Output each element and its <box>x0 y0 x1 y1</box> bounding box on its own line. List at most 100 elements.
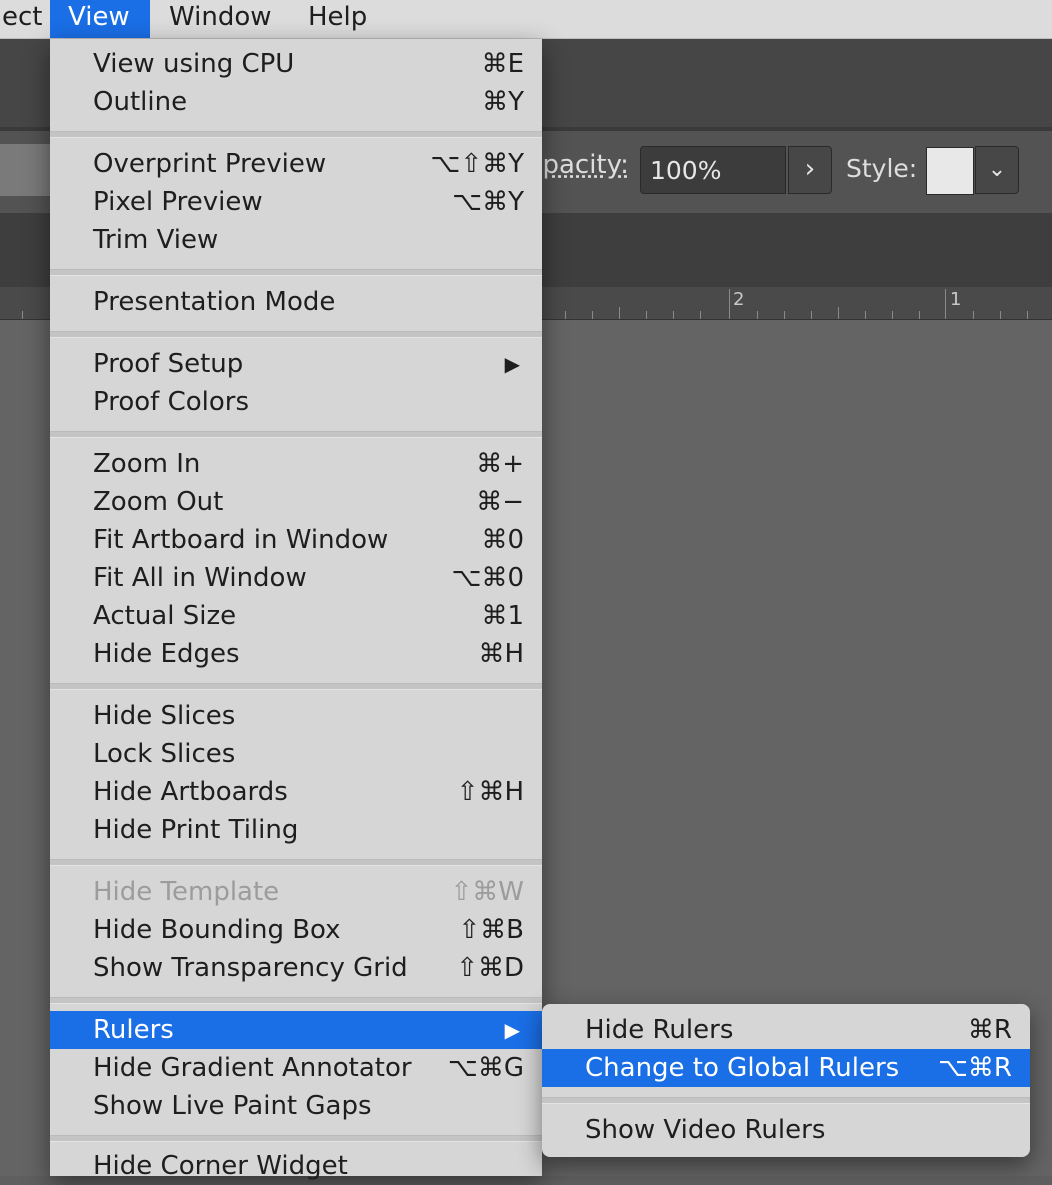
menu-item-label: Hide Edges <box>93 639 240 669</box>
menu-item-fit-artboard-in-window[interactable]: Fit Artboard in Window ⌘0 <box>50 521 542 559</box>
menu-item-shortcut: ⌥⇧⌘Y <box>430 149 524 179</box>
menu-item-label: Actual Size <box>93 601 237 631</box>
ruler-tick <box>22 311 23 319</box>
ruler-tick <box>1000 311 1001 319</box>
menu-item-trim-view[interactable]: Trim View <box>50 221 542 259</box>
ruler-tick <box>757 311 758 319</box>
menu-item-shortcut: ⌘0 <box>481 525 524 555</box>
menu-item-label: Presentation Mode <box>93 287 336 317</box>
menu-item-rulers[interactable]: Rulers ▶ <box>50 1011 542 1049</box>
menu-separator <box>50 1135 542 1142</box>
submenu-arrow-icon: ▶ <box>504 352 520 376</box>
opacity-chevron-right-icon[interactable]: › <box>788 146 832 194</box>
menu-item-hide-bounding-box[interactable]: Hide Bounding Box ⇧⌘B <box>50 911 542 949</box>
menu-item-zoom-in[interactable]: Zoom In ⌘+ <box>50 445 542 483</box>
menu-item-shortcut: ⌥⌘G <box>447 1053 524 1083</box>
ruler-tick <box>865 311 866 319</box>
opacity-input[interactable]: 100% <box>640 146 786 194</box>
menu-item-overprint-preview[interactable]: Overprint Preview ⌥⇧⌘Y <box>50 145 542 183</box>
menu-item-label: Hide Print Tiling <box>93 815 299 845</box>
menu-item-label: Hide Slices <box>93 701 236 731</box>
ruler-tick <box>729 289 730 319</box>
menu-item-hide-artboards[interactable]: Hide Artboards ⇧⌘H <box>50 773 542 811</box>
menu-separator <box>50 269 542 276</box>
menu-item-label: Proof Colors <box>93 387 249 417</box>
menu-item-show-live-paint-gaps[interactable]: Show Live Paint Gaps <box>50 1087 542 1125</box>
style-chevron-down-icon[interactable]: ⌄ <box>975 146 1019 194</box>
menu-item-show-video-rulers[interactable]: Show Video Rulers <box>542 1111 1030 1149</box>
menu-separator <box>50 131 542 138</box>
menubar: ect View Window Help <box>0 0 1052 39</box>
ruler-label: 1 <box>950 289 962 310</box>
rulers-submenu: Hide Rulers ⌘R Change to Global Rulers ⌥⌘R… <box>542 1004 1030 1157</box>
menu-separator <box>50 431 542 438</box>
menu-item-pixel-preview[interactable]: Pixel Preview ⌥⌘Y <box>50 183 542 221</box>
menu-item-proof-colors[interactable]: Proof Colors <box>50 383 542 421</box>
ruler-tick <box>945 289 946 319</box>
menu-item-zoom-out[interactable]: Zoom Out ⌘− <box>50 483 542 521</box>
ruler-tick <box>838 307 839 319</box>
menu-separator <box>50 331 542 338</box>
menu-item-hide-template: Hide Template ⇧⌘W <box>50 873 542 911</box>
menu-item-shortcut: ⌘+ <box>476 449 524 479</box>
menu-item-label: Hide Artboards <box>93 777 288 807</box>
menu-item-hide-edges[interactable]: Hide Edges ⌘H <box>50 635 542 673</box>
menu-item-label: Fit Artboard in Window <box>93 525 389 555</box>
menu-item-label: Outline <box>93 87 188 117</box>
menu-item-proof-setup[interactable]: Proof Setup ▶ <box>50 345 542 383</box>
menu-item-hide-slices[interactable]: Hide Slices <box>50 697 542 735</box>
menu-item-hide-rulers[interactable]: Hide Rulers ⌘R <box>542 1011 1030 1049</box>
style-swatch[interactable] <box>926 147 974 195</box>
menu-item-shortcut: ⇧⌘B <box>458 915 524 945</box>
menu-item-label: Show Video Rulers <box>585 1115 826 1145</box>
menu-item-label: Rulers <box>93 1015 174 1045</box>
menu-item-view-using-cpu[interactable]: View using CPU ⌘E <box>50 45 542 83</box>
menu-item-shortcut: ⌘− <box>476 487 524 517</box>
menubar-item-window[interactable]: Window <box>151 0 290 38</box>
menu-separator <box>50 997 542 1004</box>
menu-item-change-to-global-rulers[interactable]: Change to Global Rulers ⌥⌘R <box>542 1049 1030 1087</box>
menu-item-shortcut: ⌥⌘0 <box>451 563 524 593</box>
menubar-item-view[interactable]: View <box>50 0 150 38</box>
menu-item-shortcut: ⌘1 <box>481 601 524 631</box>
submenu-arrow-icon: ▶ <box>504 1018 520 1042</box>
ruler-tick <box>784 311 785 319</box>
menu-item-hide-corner-widget[interactable]: Hide Corner Widget <box>50 1147 542 1185</box>
menu-item-label: Show Transparency Grid <box>93 953 408 983</box>
ruler-tick <box>919 311 920 319</box>
menu-item-label: Zoom Out <box>93 487 224 517</box>
menu-item-label: Hide Corner Widget <box>93 1151 348 1181</box>
menu-item-presentation-mode[interactable]: Presentation Mode <box>50 283 542 321</box>
fill-swatch[interactable] <box>0 144 52 196</box>
menu-item-shortcut: ⌘H <box>478 639 524 669</box>
ruler-tick <box>1027 311 1028 319</box>
ruler-tick <box>646 311 647 319</box>
menu-separator <box>542 1097 1030 1104</box>
menu-item-fit-all-in-window[interactable]: Fit All in Window ⌥⌘0 <box>50 559 542 597</box>
menu-item-label: Show Live Paint Gaps <box>93 1091 372 1121</box>
ruler-tick <box>973 311 974 319</box>
ruler-tick <box>811 311 812 319</box>
menu-item-hide-gradient-annotator[interactable]: Hide Gradient Annotator ⌥⌘G <box>50 1049 542 1087</box>
menu-item-label: Hide Rulers <box>585 1015 734 1045</box>
menu-item-shortcut: ⌘Y <box>482 87 524 117</box>
menu-item-label: Overprint Preview <box>93 149 327 179</box>
ruler-tick <box>892 311 893 319</box>
menu-item-show-transparency-grid[interactable]: Show Transparency Grid ⇧⌘D <box>50 949 542 987</box>
menu-item-shortcut: ⇧⌘H <box>456 777 524 807</box>
menu-separator <box>50 683 542 690</box>
menu-item-outline[interactable]: Outline ⌘Y <box>50 83 542 121</box>
menu-item-hide-print-tiling[interactable]: Hide Print Tiling <box>50 811 542 849</box>
menu-separator <box>50 859 542 866</box>
menu-item-label: Lock Slices <box>93 739 236 769</box>
menubar-item-help[interactable]: Help <box>290 0 385 38</box>
menu-item-lock-slices[interactable]: Lock Slices <box>50 735 542 773</box>
menu-item-label: Trim View <box>93 225 219 255</box>
menu-item-actual-size[interactable]: Actual Size ⌘1 <box>50 597 542 635</box>
menu-item-label: Change to Global Rulers <box>585 1053 900 1083</box>
ruler-label: 2 <box>733 289 745 310</box>
menu-item-shortcut: ⌥⌘R <box>937 1053 1012 1083</box>
menu-item-label: Zoom In <box>93 449 201 479</box>
ruler-tick <box>565 311 566 319</box>
menu-item-label: Hide Bounding Box <box>93 915 341 945</box>
